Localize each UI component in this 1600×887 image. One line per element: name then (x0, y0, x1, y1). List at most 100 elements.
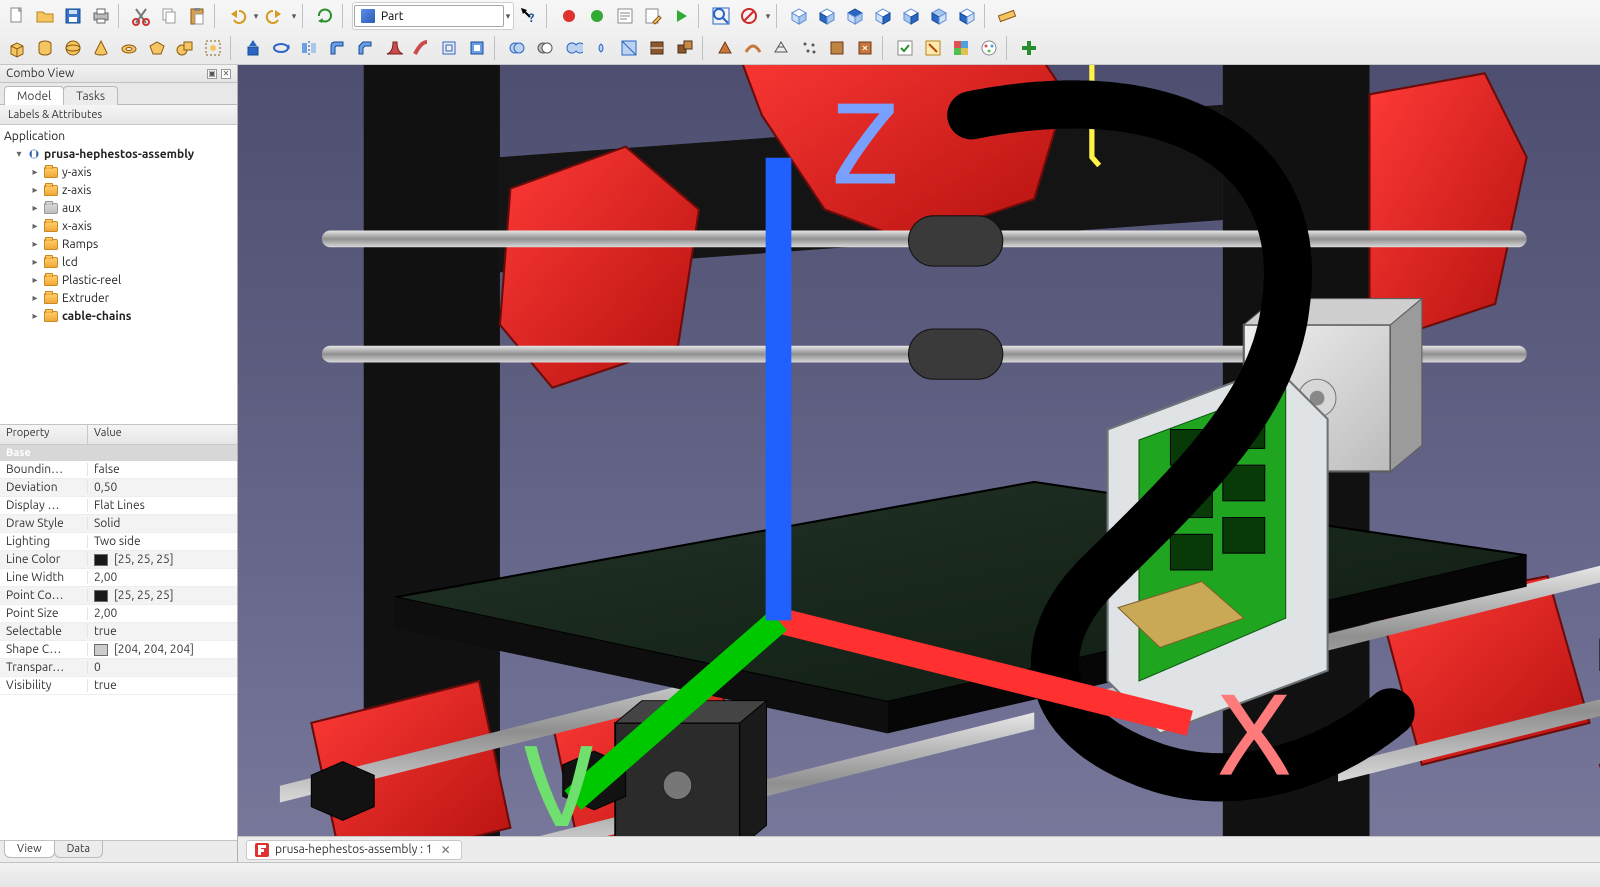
boolean-icon[interactable] (504, 35, 530, 61)
sweep-icon[interactable] (408, 35, 434, 61)
expand-toggle-icon[interactable]: ▸ (30, 310, 40, 322)
document-tab[interactable]: prusa-hephestos-assembly : 1 ✕ (246, 840, 462, 860)
bottom-view-icon[interactable] (926, 3, 952, 29)
property-row[interactable]: Shape C…[204, 204, 204] (0, 641, 237, 659)
record-macro-icon[interactable] (556, 3, 582, 29)
property-row[interactable]: Selectabletrue (0, 623, 237, 641)
print-icon[interactable] (88, 3, 114, 29)
dropdown-arrow-icon[interactable]: ▾ (290, 4, 298, 28)
tree-item[interactable]: ▸cable-chains (0, 307, 237, 325)
property-row[interactable]: Visibilitytrue (0, 677, 237, 695)
loft-icon[interactable] (380, 35, 406, 61)
revolve-icon[interactable] (268, 35, 294, 61)
undo-icon[interactable] (224, 3, 250, 29)
property-row[interactable]: Transpar…0 (0, 659, 237, 677)
front-view-icon[interactable] (814, 3, 840, 29)
zoom-fit-icon[interactable] (708, 3, 734, 29)
tree-root[interactable]: Application (0, 127, 237, 145)
save-icon[interactable] (60, 3, 86, 29)
tab-tasks[interactable]: Tasks (63, 86, 118, 105)
dropdown-arrow-icon[interactable]: ▾ (252, 4, 260, 28)
shape-from-mesh-icon[interactable] (768, 35, 794, 61)
tree-item[interactable]: ▸z-axis (0, 181, 237, 199)
tab-view[interactable]: View (4, 841, 55, 858)
property-row[interactable]: LightingTwo side (0, 533, 237, 551)
shape-builder-icon[interactable] (200, 35, 226, 61)
axo-view-icon[interactable] (786, 3, 812, 29)
property-row[interactable]: Boundin…false (0, 461, 237, 479)
appearance-icon[interactable] (976, 35, 1002, 61)
primitives-icon[interactable] (172, 35, 198, 61)
top-view-icon[interactable] (842, 3, 868, 29)
stop-macro-icon[interactable] (584, 3, 610, 29)
dropdown-arrow-icon[interactable]: ▾ (764, 4, 772, 28)
close-panel-icon[interactable]: ✕ (221, 69, 231, 79)
redo-icon[interactable] (262, 3, 288, 29)
tree-document[interactable]: ▾ prusa-hephestos-assembly (0, 145, 237, 163)
expand-toggle-icon[interactable]: ▾ (14, 148, 24, 160)
fillet-icon[interactable] (324, 35, 350, 61)
undock-icon[interactable]: ▣ (207, 69, 217, 79)
tree-item[interactable]: ▸y-axis (0, 163, 237, 181)
cut-icon[interactable] (128, 3, 154, 29)
prism-icon[interactable] (144, 35, 170, 61)
expand-toggle-icon[interactable]: ▸ (30, 256, 40, 268)
tree-item[interactable]: ▸x-axis (0, 217, 237, 235)
open-file-icon[interactable] (32, 3, 58, 29)
expand-toggle-icon[interactable]: ▸ (30, 274, 40, 286)
dropdown-arrow-icon[interactable]: ▾ (504, 4, 512, 28)
box-icon[interactable] (4, 35, 30, 61)
chamfer-icon[interactable] (352, 35, 378, 61)
right-view-icon[interactable] (870, 3, 896, 29)
offset-icon[interactable] (436, 35, 462, 61)
expand-toggle-icon[interactable]: ▸ (30, 238, 40, 250)
expand-toggle-icon[interactable]: ▸ (30, 202, 40, 214)
rear-view-icon[interactable] (898, 3, 924, 29)
defeaturing-icon[interactable] (920, 35, 946, 61)
color-per-face-icon[interactable] (948, 35, 974, 61)
extrude-icon[interactable] (240, 35, 266, 61)
workbench-selector[interactable]: Part (354, 5, 504, 27)
property-row[interactable]: Line Color[25, 25, 25] (0, 551, 237, 569)
points-from-mesh-icon[interactable] (796, 35, 822, 61)
cylinder-icon[interactable] (32, 35, 58, 61)
run-macro-icon[interactable] (668, 3, 694, 29)
model-tree[interactable]: Application ▾ prusa-hephestos-assembly ▸… (0, 125, 237, 425)
expand-toggle-icon[interactable]: ▸ (30, 184, 40, 196)
whatsthis-icon[interactable]: ? (516, 3, 542, 29)
ruled-surface-icon[interactable] (740, 35, 766, 61)
property-row[interactable]: Draw StyleSolid (0, 515, 237, 533)
tree-item[interactable]: ▸lcd (0, 253, 237, 271)
add-icon[interactable] (1016, 35, 1042, 61)
new-file-icon[interactable] (4, 3, 30, 29)
expand-toggle-icon[interactable]: ▸ (30, 166, 40, 178)
macros-icon[interactable] (612, 3, 638, 29)
section-icon[interactable] (616, 35, 642, 61)
reverse-shapes-icon[interactable] (852, 35, 878, 61)
sphere-icon[interactable] (60, 35, 86, 61)
property-row[interactable]: Display …Flat Lines (0, 497, 237, 515)
make-face-icon[interactable] (712, 35, 738, 61)
cut-solid-icon[interactable] (532, 35, 558, 61)
combo-view-titlebar[interactable]: Combo View ▣ ✕ (0, 65, 237, 83)
property-row[interactable]: Line Width2,00 (0, 569, 237, 587)
compound-icon[interactable] (672, 35, 698, 61)
tab-model[interactable]: Model (4, 86, 64, 105)
paste-icon[interactable] (184, 3, 210, 29)
refresh-icon[interactable] (312, 3, 338, 29)
thickness-icon[interactable] (464, 35, 490, 61)
expand-toggle-icon[interactable]: ▸ (30, 292, 40, 304)
tree-item[interactable]: ▸Ramps (0, 235, 237, 253)
measure-icon[interactable] (994, 3, 1020, 29)
convert-to-solid-icon[interactable] (824, 35, 850, 61)
tree-item[interactable]: ▸Extruder (0, 289, 237, 307)
copy-icon[interactable] (156, 3, 182, 29)
union-icon[interactable] (560, 35, 586, 61)
property-row[interactable]: Deviation0,50 (0, 479, 237, 497)
tree-item[interactable]: ▸Plastic-reel (0, 271, 237, 289)
left-view-icon[interactable] (954, 3, 980, 29)
property-row[interactable]: Point Co…[25, 25, 25] (0, 587, 237, 605)
3d-viewport[interactable]: x y z (238, 65, 1600, 836)
tab-data[interactable]: Data (54, 841, 103, 858)
cone-icon[interactable] (88, 35, 114, 61)
